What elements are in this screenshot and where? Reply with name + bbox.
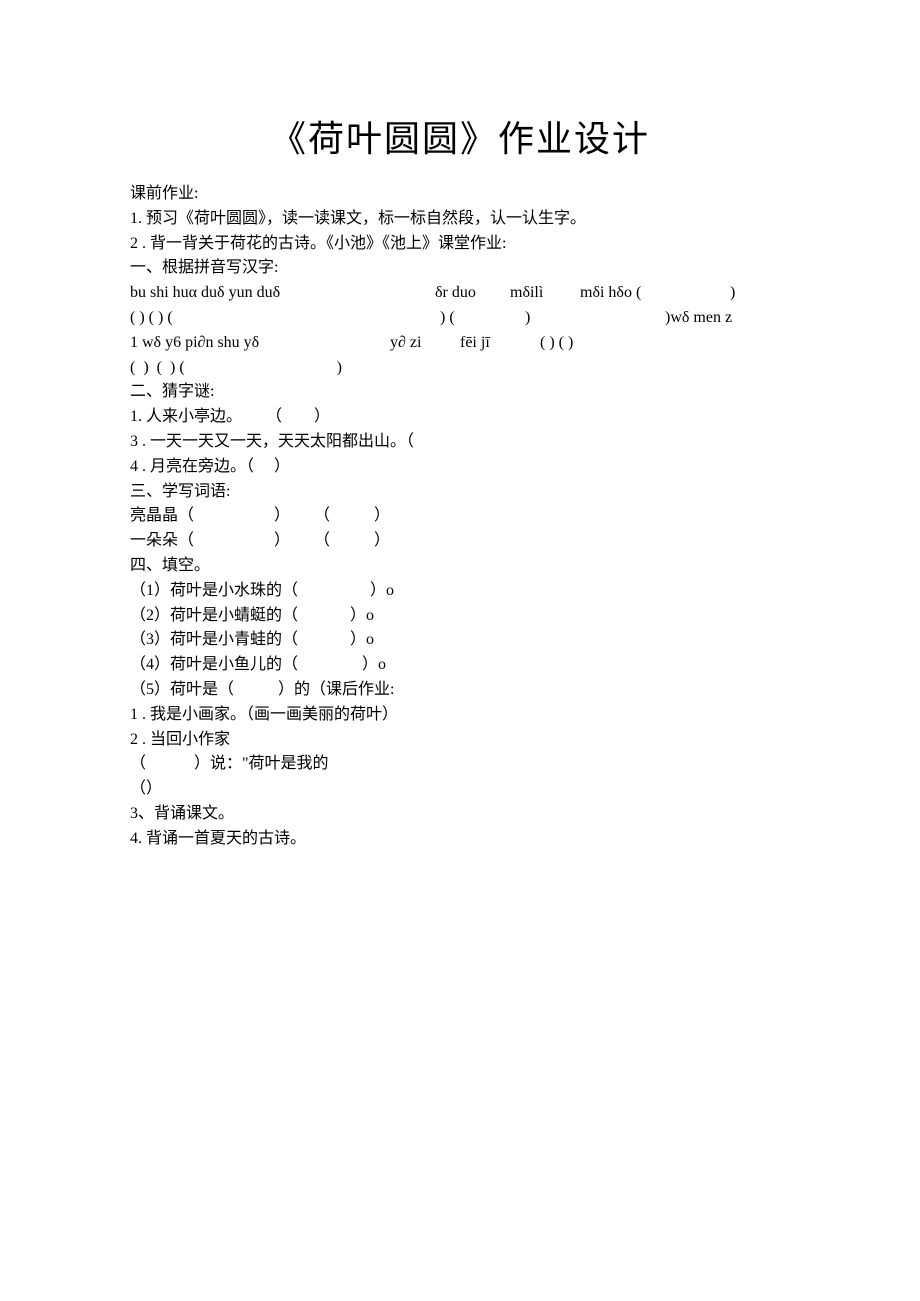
riddle-item-1: 1. 人来小亭边。 （ ） (130, 405, 790, 430)
paren-cell: ( ) ( ) ( (130, 306, 440, 331)
post-item-4: （） (130, 777, 790, 802)
pinyin-cell: ( ) ( ) (540, 331, 573, 356)
section-1-heading: 一、根据拼音写汉字: (130, 256, 790, 281)
paren-cell: ) ( (440, 306, 525, 331)
pinyin-cell: 1 wδ y6 pi∂n shu yδ (130, 331, 390, 356)
post-item-1: 1 . 我是小画家。（画一画美丽的荷叶） (130, 703, 790, 728)
pinyin-cell: fēi jī (460, 331, 540, 356)
riddle-item-3: 4 . 月亮在旁边。（ ） (130, 455, 790, 480)
section-4-heading: 四、填空。 (130, 554, 790, 579)
pre-class-item-2: 2 . 背一背关于荷花的古诗。《小池》《池上》课堂作业: (130, 232, 790, 257)
pre-class-item-1: 1. 预习《荷叶圆圆》，读一读课文，标一标自然段，认一认生字。 (130, 207, 790, 232)
fill-item-1: （1）荷叶是小水珠的（ ）o (130, 579, 790, 604)
fill-item-3: （3）荷叶是小青蛙的（ ）o (130, 628, 790, 653)
section-3-heading: 三、学写词语: (130, 480, 790, 505)
pinyin-row-1: bu shi huα duδ yun duδ δr duo mδilì mδi … (130, 281, 790, 306)
fill-item-2: （2）荷叶是小蜻蜓的（ ）o (130, 604, 790, 629)
paren-cell: )wδ men z (665, 306, 732, 331)
post-item-5: 3、背诵课文。 (130, 802, 790, 827)
section-2-heading: 二、猜字谜: (130, 380, 790, 405)
word-item-1: 亮晶晶（ ） （ ） (130, 504, 790, 529)
pinyin-cell: δr duo (435, 281, 510, 306)
fill-item-5: （5）荷叶是（ ）的（课后作业: (130, 678, 790, 703)
fill-item-4: （4）荷叶是小鱼儿的（ ）o (130, 653, 790, 678)
page-title: 《荷叶圆圆》作业设计 (130, 110, 790, 162)
word-item-2: 一朵朵（ ） （ ） (130, 529, 790, 554)
pinyin-cell: mδilì (510, 281, 580, 306)
paren-row-1: ( ) ( ) ( ) ( ) )wδ men z (130, 306, 790, 331)
riddle-item-2: 3 . 一天一天又一天，天天太阳都出山。（ (130, 430, 790, 455)
pinyin-cell: bu shi huα duδ yun duδ (130, 281, 435, 306)
post-item-3: （ ）说："荷叶是我的 (130, 752, 790, 777)
pinyin-cell: mδi hδo ( (580, 281, 730, 306)
pinyin-cell: y∂ zi (390, 331, 460, 356)
paren-row-2: ( ) ( ) ( ) (130, 356, 790, 381)
post-item-2: 2 . 当回小作家 (130, 728, 790, 753)
pinyin-cell: ) (730, 281, 735, 306)
paren-cell: ) (525, 306, 665, 331)
post-item-6: 4. 背诵一首夏天的古诗。 (130, 827, 790, 852)
pre-class-heading: 课前作业: (130, 182, 790, 207)
pinyin-row-2: 1 wδ y6 pi∂n shu yδ y∂ zi fēi jī ( ) ( ) (130, 331, 790, 356)
